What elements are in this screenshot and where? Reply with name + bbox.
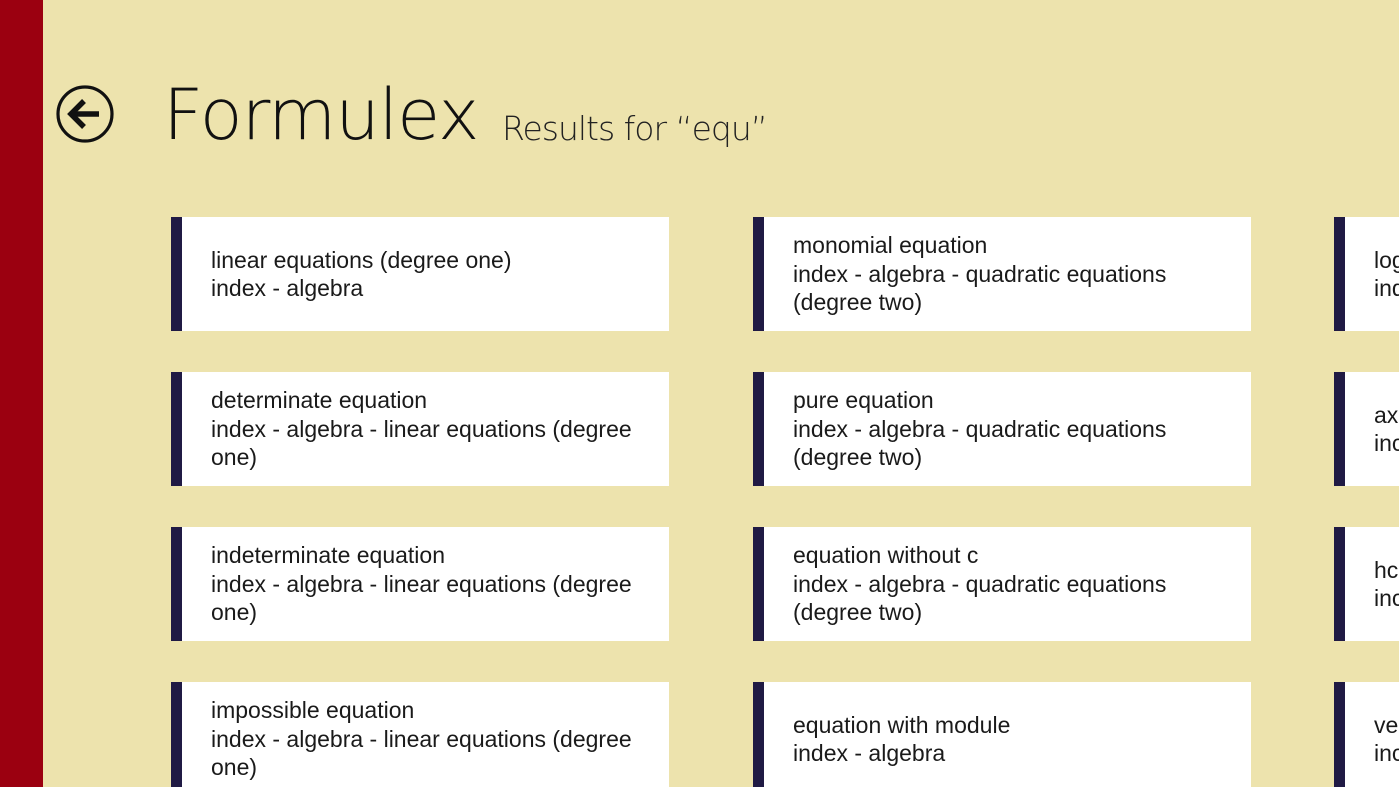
result-title: pure equation [793, 387, 934, 414]
search-results-subtitle: Results for “equ” [502, 109, 768, 148]
result-path: inc [1374, 740, 1399, 766]
result-path: ind [1374, 275, 1399, 301]
result-path: index - algebra - linear equations (degr… [211, 570, 632, 626]
result-tile[interactable]: linear equations (degree one) index - al… [171, 217, 669, 331]
result-tile[interactable]: monomial equation index - algebra - quad… [753, 217, 1251, 331]
result-title: ve [1374, 711, 1399, 738]
back-button[interactable] [56, 85, 114, 143]
result-path: index - algebra - linear equations (degr… [211, 415, 632, 471]
result-path: index - algebra [211, 275, 364, 301]
side-accent-stripe [0, 0, 43, 787]
result-tile[interactable]: determinate equation index - algebra - l… [171, 372, 669, 486]
result-title: equation without c [793, 542, 979, 569]
result-tile[interactable]: ax inc [1334, 372, 1399, 486]
result-tile[interactable]: hc inc [1334, 527, 1399, 641]
result-path: index - algebra - linear equations (degr… [211, 725, 632, 781]
result-path: index - algebra - quadratic equations (d… [793, 570, 1167, 626]
result-path: inc [1374, 430, 1399, 456]
result-tile[interactable]: pure equation index - algebra - quadrati… [753, 372, 1251, 486]
result-path: index - algebra [793, 740, 946, 766]
result-title: indeterminate equation [211, 542, 445, 569]
result-title: hc [1374, 556, 1399, 583]
result-title: equation with module [793, 711, 1011, 738]
result-path: index - algebra - quadratic equations (d… [793, 260, 1167, 316]
app-page: Formulex Results for “equ” linear equati… [0, 0, 1399, 787]
result-title: ax [1374, 401, 1399, 428]
result-title: monomial equation [793, 232, 988, 259]
result-path: inc [1374, 585, 1399, 611]
result-title: linear equations (degree one) [211, 246, 512, 273]
result-tile[interactable]: indeterminate equation index - algebra -… [171, 527, 669, 641]
result-title: impossible equation [211, 697, 415, 724]
result-path: index - algebra - quadratic equations (d… [793, 415, 1167, 471]
back-arrow-icon [56, 85, 114, 143]
search-results-grid: linear equations (degree one) index - al… [171, 217, 1399, 787]
result-tile[interactable]: log ind [1334, 217, 1399, 331]
result-title: determinate equation [211, 387, 428, 414]
page-title: Formulex [163, 74, 479, 156]
result-tile[interactable]: ve inc [1334, 682, 1399, 787]
result-tile[interactable]: equation with module index - algebra [753, 682, 1251, 787]
result-tile[interactable]: impossible equation index - algebra - li… [171, 682, 669, 787]
result-title: log [1374, 246, 1399, 273]
result-tile[interactable]: equation without c index - algebra - qua… [753, 527, 1251, 641]
